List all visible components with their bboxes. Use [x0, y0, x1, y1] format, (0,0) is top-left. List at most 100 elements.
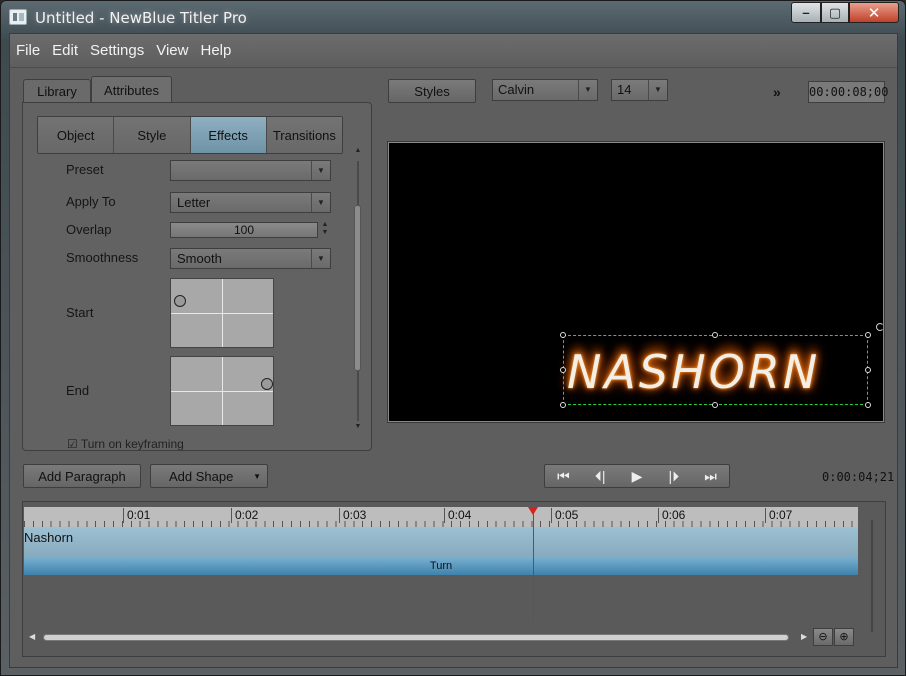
resize-handle[interactable]	[560, 402, 566, 408]
tab-library[interactable]: Library	[23, 79, 91, 103]
attribute-subtabs: Object Style Effects Transitions	[37, 116, 343, 154]
current-time: 0:00:04;21	[822, 470, 895, 484]
add-shape-button[interactable]: Add Shape ▼	[150, 464, 268, 488]
pad-vertical-axis	[222, 357, 223, 425]
scroll-down-icon[interactable]: ▼	[353, 423, 363, 430]
client-area: File Edit Settings View Help Library Att…	[9, 33, 898, 668]
font-value: Calvin	[498, 82, 535, 97]
font-size-value: 14	[617, 82, 632, 97]
scroll-thumb[interactable]	[354, 205, 361, 371]
menu-help[interactable]: Help	[200, 42, 231, 59]
resize-handle[interactable]	[712, 402, 718, 408]
close-button[interactable]: ✕	[849, 2, 899, 23]
resize-handle[interactable]	[560, 332, 566, 338]
tab-attributes[interactable]: Attributes	[91, 76, 172, 104]
duration-field[interactable]: 00:00:08;00	[808, 81, 888, 103]
apply-to-value: Letter	[177, 195, 211, 210]
scroll-up-icon[interactable]: ▲	[353, 147, 363, 154]
resize-handle[interactable]	[865, 367, 871, 373]
app-icon	[9, 9, 27, 25]
skip-to-start-icon[interactable]: ⏮	[549, 468, 577, 485]
end-position-pad[interactable]	[170, 356, 274, 426]
subtab-style[interactable]: Style	[114, 117, 191, 153]
chevron-down-icon: ▼	[311, 249, 330, 268]
end-position-handle[interactable]	[261, 378, 273, 390]
panel-scrollbar[interactable]: ▲ ▼	[353, 147, 363, 437]
chevron-down-icon: ▼	[311, 161, 330, 180]
timeline-effect-turn[interactable]: Turn	[24, 557, 858, 575]
skip-to-end-icon[interactable]: ⏭	[697, 468, 725, 485]
subtab-transitions[interactable]: Transitions	[266, 117, 342, 153]
menu-bar: File Edit Settings View Help	[10, 34, 897, 68]
more-options-icon[interactable]: »	[773, 84, 781, 100]
window-controls: – ▢ ✕	[791, 2, 899, 23]
zoom-in-icon[interactable]: ⊕	[834, 628, 854, 646]
smoothness-label: Smoothness	[66, 250, 139, 265]
timeline-ruler[interactable]: 0:01 0:02 0:03 0:04 0:05 0:06 0:07	[24, 507, 858, 527]
add-shape-label: Add Shape	[169, 468, 234, 484]
styles-button[interactable]: Styles	[388, 79, 476, 103]
selection-box[interactable]	[560, 332, 871, 408]
preset-dropdown[interactable]: ▼	[170, 160, 331, 181]
chevron-down-icon: ▼	[578, 80, 597, 100]
end-label: End	[66, 383, 90, 398]
step-back-icon[interactable]: ⏴︎|	[586, 468, 614, 485]
scroll-thumb[interactable]	[43, 634, 789, 641]
font-dropdown[interactable]: Calvin ▼	[492, 79, 598, 101]
ruler-tick-label: 0:07	[765, 508, 792, 523]
overlap-slider[interactable]: 100	[170, 222, 318, 238]
maximize-button[interactable]: ▢	[821, 2, 849, 23]
menu-settings[interactable]: Settings	[90, 42, 144, 59]
playhead-line[interactable]	[533, 507, 534, 622]
menu-view[interactable]: View	[156, 42, 188, 59]
smoothness-value: Smooth	[177, 251, 222, 266]
rotate-handle-icon[interactable]	[876, 323, 883, 331]
keyframing-label: Turn on keyframing	[80, 437, 184, 451]
title-bar: Untitled - NewBlue Titler Pro – ▢ ✕	[1, 1, 905, 33]
overlap-label: Overlap	[66, 222, 112, 237]
add-paragraph-button[interactable]: Add Paragraph	[23, 464, 141, 488]
step-forward-icon[interactable]: |⏵︎	[660, 468, 688, 485]
ruler-tick-label: 0:02	[231, 508, 258, 523]
minimize-button[interactable]: –	[791, 2, 821, 23]
timeline-track-nashorn[interactable]: Nashorn	[24, 527, 858, 557]
playhead-marker-icon[interactable]	[528, 507, 538, 515]
menu-edit[interactable]: Edit	[52, 42, 78, 59]
resize-handle[interactable]	[865, 402, 871, 408]
play-icon[interactable]: ▶	[623, 468, 651, 485]
chevron-down-icon: ▼	[253, 471, 261, 481]
subtab-effects[interactable]: Effects	[190, 117, 267, 153]
apply-to-label: Apply To	[66, 194, 116, 209]
start-position-pad[interactable]	[170, 278, 274, 348]
timeline: 0:01 0:02 0:03 0:04 0:05 0:06 0:07 Nasho…	[22, 501, 886, 657]
smoothness-dropdown[interactable]: Smooth ▼	[170, 248, 331, 269]
scroll-right-icon[interactable]: ▶	[801, 632, 807, 641]
attributes-panel: Object Style Effects Transitions Preset …	[22, 102, 372, 451]
subtab-object[interactable]: Object	[38, 117, 115, 153]
font-size-dropdown[interactable]: 14 ▼	[611, 79, 668, 101]
timeline-vertical-scrollbar[interactable]	[871, 520, 873, 632]
chevron-down-icon: ▼	[311, 193, 330, 212]
app-window: Untitled - NewBlue Titler Pro – ▢ ✕ File…	[0, 0, 906, 676]
timeline-horizontal-scrollbar[interactable]: ◀ ▶	[29, 632, 809, 642]
ruler-tick-label: 0:04	[444, 508, 471, 523]
ruler-tick-label: 0:06	[658, 508, 685, 523]
ruler-tick-label: 0:05	[551, 508, 578, 523]
resize-handle[interactable]	[560, 367, 566, 373]
start-position-handle[interactable]	[174, 295, 186, 307]
menu-file[interactable]: File	[16, 42, 40, 59]
window-title: Untitled - NewBlue Titler Pro	[35, 9, 247, 27]
zoom-out-icon[interactable]: ⊖	[813, 628, 833, 646]
scroll-left-icon[interactable]: ◀	[29, 632, 35, 641]
overlap-spinner-icon[interactable]: ▲ ▼	[320, 221, 330, 239]
chevron-down-icon: ▼	[648, 80, 667, 100]
preview-canvas[interactable]: NASHORN	[388, 142, 884, 422]
pad-vertical-axis	[222, 279, 223, 347]
resize-handle[interactable]	[712, 332, 718, 338]
keyframing-checkbox[interactable]: ☑ Turn on keyframing	[67, 437, 184, 451]
apply-to-dropdown[interactable]: Letter ▼	[170, 192, 331, 213]
resize-handle[interactable]	[865, 332, 871, 338]
start-label: Start	[66, 305, 94, 320]
transport-controls: ⏮ ⏴︎| ▶ |⏵︎ ⏭	[544, 464, 730, 488]
ruler-tick-label: 0:01	[123, 508, 150, 523]
